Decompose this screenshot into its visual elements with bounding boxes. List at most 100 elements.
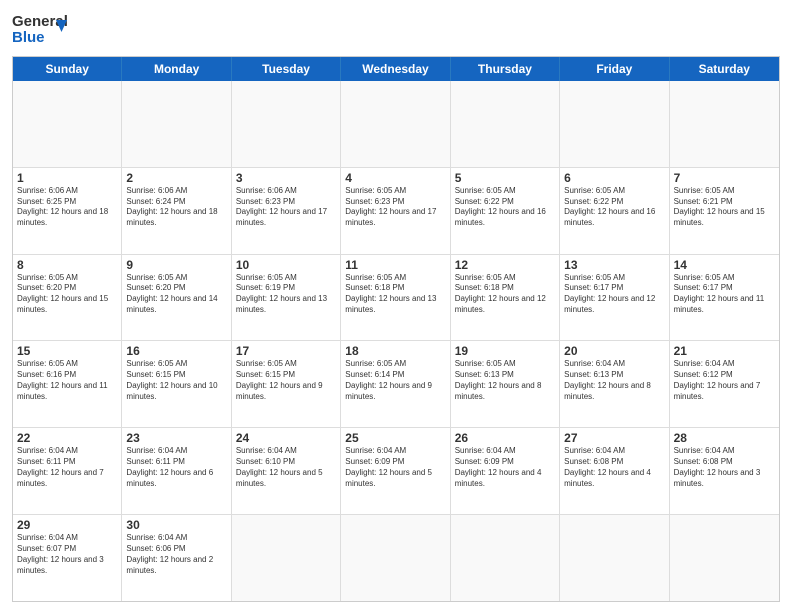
cell-info: Sunrise: 6:05 AM Sunset: 6:14 PM Dayligh… (345, 359, 445, 402)
day-number: 22 (17, 431, 117, 445)
calendar-cell: 25Sunrise: 6:04 AM Sunset: 6:09 PM Dayli… (341, 428, 450, 514)
calendar-cell: 21Sunrise: 6:04 AM Sunset: 6:12 PM Dayli… (670, 341, 779, 427)
cell-info: Sunrise: 6:05 AM Sunset: 6:13 PM Dayligh… (455, 359, 555, 402)
day-number: 3 (236, 171, 336, 185)
calendar-cell: 27Sunrise: 6:04 AM Sunset: 6:08 PM Dayli… (560, 428, 669, 514)
day-number: 30 (126, 518, 226, 532)
cell-info: Sunrise: 6:04 AM Sunset: 6:10 PM Dayligh… (236, 446, 336, 489)
day-number: 2 (126, 171, 226, 185)
cell-info: Sunrise: 6:05 AM Sunset: 6:17 PM Dayligh… (564, 273, 664, 316)
day-number: 21 (674, 344, 775, 358)
day-number: 25 (345, 431, 445, 445)
day-number: 1 (17, 171, 117, 185)
cell-info: Sunrise: 6:05 AM Sunset: 6:15 PM Dayligh… (126, 359, 226, 402)
calendar-cell (670, 515, 779, 601)
calendar-body: 1Sunrise: 6:06 AM Sunset: 6:25 PM Daylig… (13, 81, 779, 601)
cell-info: Sunrise: 6:04 AM Sunset: 6:09 PM Dayligh… (345, 446, 445, 489)
calendar-cell: 4Sunrise: 6:05 AM Sunset: 6:23 PM Daylig… (341, 168, 450, 254)
cell-info: Sunrise: 6:04 AM Sunset: 6:07 PM Dayligh… (17, 533, 117, 576)
calendar-row-3: 15Sunrise: 6:05 AM Sunset: 6:16 PM Dayli… (13, 341, 779, 428)
calendar-cell: 26Sunrise: 6:04 AM Sunset: 6:09 PM Dayli… (451, 428, 560, 514)
calendar-row-2: 8Sunrise: 6:05 AM Sunset: 6:20 PM Daylig… (13, 255, 779, 342)
day-number: 18 (345, 344, 445, 358)
day-number: 7 (674, 171, 775, 185)
day-number: 12 (455, 258, 555, 272)
day-number: 11 (345, 258, 445, 272)
day-number: 27 (564, 431, 664, 445)
day-header-monday: Monday (122, 57, 231, 81)
cell-info: Sunrise: 6:05 AM Sunset: 6:20 PM Dayligh… (126, 273, 226, 316)
day-number: 6 (564, 171, 664, 185)
calendar-row-4: 22Sunrise: 6:04 AM Sunset: 6:11 PM Dayli… (13, 428, 779, 515)
logo-svg: GeneralBlue (12, 10, 67, 48)
day-number: 16 (126, 344, 226, 358)
cell-info: Sunrise: 6:04 AM Sunset: 6:11 PM Dayligh… (126, 446, 226, 489)
cell-info: Sunrise: 6:04 AM Sunset: 6:09 PM Dayligh… (455, 446, 555, 489)
day-number: 19 (455, 344, 555, 358)
cell-info: Sunrise: 6:06 AM Sunset: 6:24 PM Dayligh… (126, 186, 226, 229)
day-header-friday: Friday (560, 57, 669, 81)
calendar-cell: 7Sunrise: 6:05 AM Sunset: 6:21 PM Daylig… (670, 168, 779, 254)
day-number: 26 (455, 431, 555, 445)
cell-info: Sunrise: 6:04 AM Sunset: 6:08 PM Dayligh… (564, 446, 664, 489)
calendar-cell (560, 515, 669, 601)
calendar-cell: 29Sunrise: 6:04 AM Sunset: 6:07 PM Dayli… (13, 515, 122, 601)
cell-info: Sunrise: 6:04 AM Sunset: 6:11 PM Dayligh… (17, 446, 117, 489)
page: GeneralBlue SundayMondayTuesdayWednesday… (0, 0, 792, 612)
calendar-cell: 23Sunrise: 6:04 AM Sunset: 6:11 PM Dayli… (122, 428, 231, 514)
cell-info: Sunrise: 6:05 AM Sunset: 6:19 PM Dayligh… (236, 273, 336, 316)
day-number: 15 (17, 344, 117, 358)
day-number: 4 (345, 171, 445, 185)
calendar-cell (560, 81, 669, 167)
day-number: 9 (126, 258, 226, 272)
calendar-cell: 6Sunrise: 6:05 AM Sunset: 6:22 PM Daylig… (560, 168, 669, 254)
calendar-row-0 (13, 81, 779, 168)
day-number: 24 (236, 431, 336, 445)
calendar-cell: 20Sunrise: 6:04 AM Sunset: 6:13 PM Dayli… (560, 341, 669, 427)
calendar-cell: 2Sunrise: 6:06 AM Sunset: 6:24 PM Daylig… (122, 168, 231, 254)
calendar-cell: 14Sunrise: 6:05 AM Sunset: 6:17 PM Dayli… (670, 255, 779, 341)
calendar-cell (13, 81, 122, 167)
calendar-cell: 19Sunrise: 6:05 AM Sunset: 6:13 PM Dayli… (451, 341, 560, 427)
cell-info: Sunrise: 6:05 AM Sunset: 6:22 PM Dayligh… (455, 186, 555, 229)
cell-info: Sunrise: 6:06 AM Sunset: 6:23 PM Dayligh… (236, 186, 336, 229)
calendar-cell (232, 81, 341, 167)
calendar-cell (451, 515, 560, 601)
day-number: 10 (236, 258, 336, 272)
calendar-row-1: 1Sunrise: 6:06 AM Sunset: 6:25 PM Daylig… (13, 168, 779, 255)
logo: GeneralBlue (12, 10, 67, 48)
cell-info: Sunrise: 6:05 AM Sunset: 6:20 PM Dayligh… (17, 273, 117, 316)
header: GeneralBlue (12, 10, 780, 48)
calendar-cell (341, 515, 450, 601)
calendar-cell: 18Sunrise: 6:05 AM Sunset: 6:14 PM Dayli… (341, 341, 450, 427)
day-header-thursday: Thursday (451, 57, 560, 81)
svg-text:Blue: Blue (12, 29, 45, 46)
calendar-cell: 30Sunrise: 6:04 AM Sunset: 6:06 PM Dayli… (122, 515, 231, 601)
calendar-cell (232, 515, 341, 601)
calendar-cell: 1Sunrise: 6:06 AM Sunset: 6:25 PM Daylig… (13, 168, 122, 254)
cell-info: Sunrise: 6:05 AM Sunset: 6:22 PM Dayligh… (564, 186, 664, 229)
calendar-cell: 13Sunrise: 6:05 AM Sunset: 6:17 PM Dayli… (560, 255, 669, 341)
day-number: 29 (17, 518, 117, 532)
calendar-cell: 16Sunrise: 6:05 AM Sunset: 6:15 PM Dayli… (122, 341, 231, 427)
calendar-row-5: 29Sunrise: 6:04 AM Sunset: 6:07 PM Dayli… (13, 515, 779, 601)
cell-info: Sunrise: 6:05 AM Sunset: 6:17 PM Dayligh… (674, 273, 775, 316)
day-number: 28 (674, 431, 775, 445)
day-number: 17 (236, 344, 336, 358)
calendar-cell (122, 81, 231, 167)
day-header-sunday: Sunday (13, 57, 122, 81)
calendar-cell: 28Sunrise: 6:04 AM Sunset: 6:08 PM Dayli… (670, 428, 779, 514)
day-number: 20 (564, 344, 664, 358)
calendar-cell: 8Sunrise: 6:05 AM Sunset: 6:20 PM Daylig… (13, 255, 122, 341)
cell-info: Sunrise: 6:04 AM Sunset: 6:06 PM Dayligh… (126, 533, 226, 576)
calendar-cell: 10Sunrise: 6:05 AM Sunset: 6:19 PM Dayli… (232, 255, 341, 341)
day-header-tuesday: Tuesday (232, 57, 341, 81)
day-number: 8 (17, 258, 117, 272)
calendar-cell: 11Sunrise: 6:05 AM Sunset: 6:18 PM Dayli… (341, 255, 450, 341)
calendar-cell (341, 81, 450, 167)
calendar-header: SundayMondayTuesdayWednesdayThursdayFrid… (13, 57, 779, 81)
calendar-cell: 9Sunrise: 6:05 AM Sunset: 6:20 PM Daylig… (122, 255, 231, 341)
cell-info: Sunrise: 6:05 AM Sunset: 6:18 PM Dayligh… (455, 273, 555, 316)
cell-info: Sunrise: 6:05 AM Sunset: 6:18 PM Dayligh… (345, 273, 445, 316)
cell-info: Sunrise: 6:05 AM Sunset: 6:16 PM Dayligh… (17, 359, 117, 402)
